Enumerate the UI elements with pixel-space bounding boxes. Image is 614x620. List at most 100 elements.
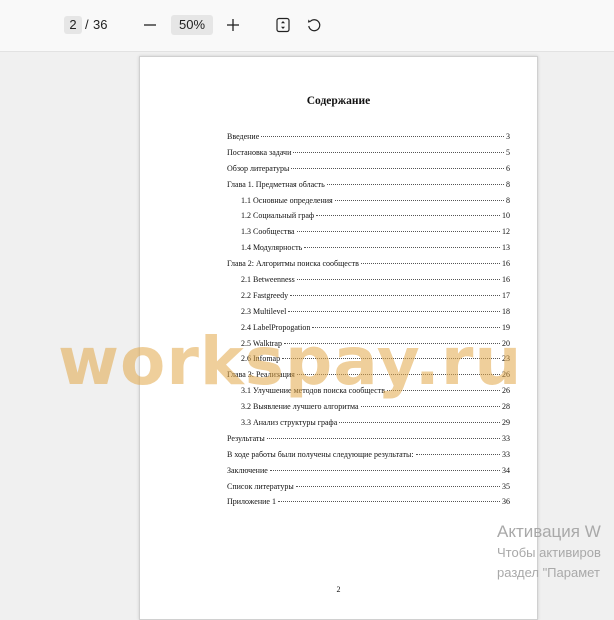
- toc-dot-leader: [360, 405, 500, 408]
- toc-entry[interactable]: Глава 3: Реализация 26: [227, 367, 510, 383]
- toc-entry-label: Заключение: [227, 465, 268, 475]
- toc-entry-label: 2.4 LabelPropogation: [241, 322, 311, 332]
- toc-entry[interactable]: 2.3 Multilevel 18: [227, 304, 510, 320]
- toc-entry[interactable]: 2.5 Walktrap 20: [227, 336, 510, 352]
- fit-page-button[interactable]: [271, 13, 295, 37]
- toc-entry-page: 33: [502, 433, 510, 443]
- toc-dot-leader: [387, 389, 500, 392]
- toc-entry-page: 13: [502, 243, 510, 253]
- toc-entry[interactable]: Обзор литературы 6: [227, 161, 510, 177]
- windows-activation-notice: Активация W Чтобы активиров раздел "Пара…: [497, 521, 614, 583]
- toc-dot-leader: [283, 342, 500, 344]
- toc-entry[interactable]: 2.2 Fastgreedy 17: [227, 288, 510, 304]
- page-separator: /: [85, 17, 89, 32]
- minus-icon: [144, 24, 156, 26]
- zoom-in-button[interactable]: [221, 13, 245, 37]
- toc-entry[interactable]: Список литературы 35: [227, 479, 510, 495]
- rotate-button[interactable]: [302, 13, 326, 37]
- toc-dot-leader: [304, 246, 500, 249]
- total-pages: 36: [93, 17, 108, 32]
- toc-entry[interactable]: Результаты 33: [227, 431, 510, 447]
- toc-entry-label: 2.5 Walktrap: [241, 338, 282, 348]
- toc-entry-page: 8: [506, 179, 510, 189]
- toc-entry[interactable]: 3.2 Выявление лучшего алгоритма 28: [227, 399, 510, 415]
- toc-entry[interactable]: В ходе работы были получены следующие ре…: [227, 447, 510, 463]
- toc-entry[interactable]: 1.4 Модулярность 13: [227, 240, 510, 256]
- toc-entry-page: 26: [502, 370, 510, 380]
- activation-line-1: Чтобы активиров: [497, 545, 601, 560]
- toc-entry-label: В ходе работы были получены следующие ре…: [227, 449, 414, 459]
- toc-entry[interactable]: 1.3 Сообщества 12: [227, 224, 510, 240]
- toc-entry-label: 1.3 Сообщества: [241, 227, 295, 237]
- toc-dot-leader: [277, 500, 500, 503]
- toc-dot-leader: [316, 214, 500, 217]
- toc-entry[interactable]: Постановка задачи 5: [227, 145, 510, 161]
- toc-entry[interactable]: 3.3 Анализ структуры графа 29: [227, 415, 510, 431]
- toc-entry-label: 2.1 Betweenness: [241, 275, 295, 285]
- toc-entry[interactable]: Заключение 34: [227, 463, 510, 479]
- toc-entry-page: 18: [502, 306, 510, 316]
- toc-entry-label: 3.2 Выявление лучшего алгоритма: [241, 402, 359, 412]
- toc-dot-leader: [293, 151, 504, 153]
- toc-entry-page: 12: [502, 227, 510, 237]
- toc-entry-page: 6: [506, 163, 510, 173]
- toc-entry-label: Глава 2: Алгоритмы поиска сообществ: [227, 259, 359, 269]
- toc-entry[interactable]: 3.1 Улучшение методов поиска сообществ 26: [227, 383, 510, 399]
- toc-entry-label: Глава 3: Реализация: [227, 370, 295, 380]
- toc-dot-leader: [296, 230, 500, 233]
- table-of-contents: Введение 3 Постановка задачи 5 Обзор литерат…: [227, 129, 510, 510]
- toc-dot-leader: [261, 135, 504, 137]
- toc-entry-label: Постановка задачи: [227, 147, 292, 157]
- current-page-input[interactable]: 2: [64, 16, 82, 34]
- toc-entry[interactable]: 1.2 Социальный граф 10: [227, 208, 510, 224]
- toc-entry-label: Результаты: [227, 433, 265, 443]
- toc-dot-leader: [326, 183, 504, 185]
- toc-dot-leader: [415, 453, 500, 455]
- toc-dot-leader: [296, 373, 500, 376]
- toc-dot-leader: [360, 262, 500, 265]
- toc-entry-page: 16: [502, 259, 510, 269]
- toc-title: Содержание: [306, 95, 371, 107]
- activation-line-2: раздел "Парамет: [497, 565, 600, 580]
- toc-entry-label: 1.1 Основные определения: [241, 195, 333, 205]
- toc-entry[interactable]: Глава 2: Алгоритмы поиска сообществ 16: [227, 256, 510, 272]
- toc-dot-leader: [266, 437, 500, 439]
- toc-entry-label: 1.2 Социальный граф: [241, 211, 315, 221]
- toc-entry[interactable]: Приложение 1 36: [227, 494, 510, 510]
- toc-entry-page: 10: [502, 211, 510, 221]
- rotate-icon: [307, 19, 321, 32]
- toc-entry[interactable]: 1.1 Основные определения 8: [227, 193, 510, 209]
- toc-entry-label: 3.1 Улучшение методов поиска сообществ: [241, 386, 386, 396]
- toc-dot-leader: [291, 167, 504, 169]
- toc-dot-leader: [295, 485, 500, 487]
- toc-entry[interactable]: Введение 3: [227, 129, 510, 145]
- toc-entry-label: 2.2 Fastgreedy: [241, 290, 289, 300]
- toc-entry-label: Приложение 1: [227, 497, 276, 507]
- toc-entry-page: 26: [502, 386, 510, 396]
- toc-dot-leader: [290, 294, 500, 296]
- page-number-footer: 2: [336, 585, 341, 594]
- toc-entry-page: 17: [502, 290, 510, 300]
- toc-entry-label: Глава 1. Предметная область: [227, 179, 325, 189]
- toc-entry-label: 2.6 Infomap: [241, 354, 281, 364]
- activation-title: Активация W: [497, 522, 601, 541]
- toc-dot-leader: [339, 421, 500, 424]
- toc-dot-leader: [288, 310, 500, 312]
- toc-dot-leader: [296, 278, 500, 281]
- toc-entry[interactable]: Глава 1. Предметная область 8: [227, 177, 510, 193]
- toc-entry-page: 3: [506, 132, 510, 141]
- toc-entry-page: 20: [502, 338, 510, 348]
- toc-entry-label: 1.4 Модулярность: [241, 243, 303, 253]
- toc-entry[interactable]: 2.4 LabelPropogation 19: [227, 320, 510, 336]
- toc-entry-page: 5: [506, 147, 510, 157]
- zoom-out-button[interactable]: [138, 13, 162, 37]
- zoom-level-input[interactable]: 50%: [171, 15, 213, 35]
- toc-entry-page: 16: [502, 275, 510, 285]
- toc-dot-leader: [312, 326, 500, 328]
- toc-entry-page: 23: [502, 354, 510, 364]
- toc-entry[interactable]: 2.1 Betweenness 16: [227, 272, 510, 288]
- toc-entry[interactable]: 2.6 Infomap 23: [227, 351, 510, 367]
- toc-entry-page: 28: [502, 402, 510, 412]
- toc-entry-page: 35: [502, 481, 510, 491]
- toc-entry-page: 34: [502, 465, 510, 475]
